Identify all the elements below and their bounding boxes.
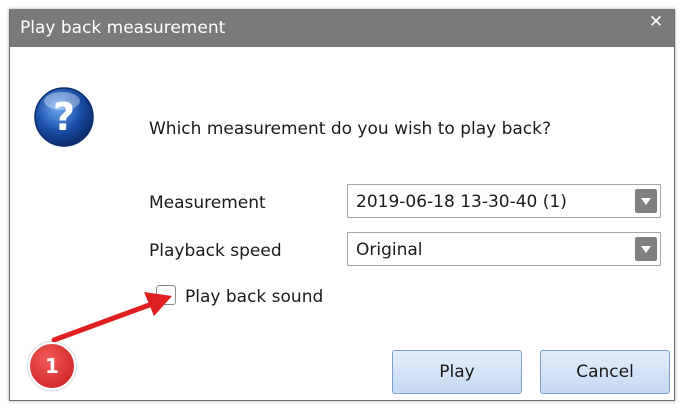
close-icon: ✕ [648, 12, 664, 32]
screenshot-frame: Play back measurement ✕ ? Which measurem… [0, 0, 684, 409]
measurement-label: Measurement [149, 193, 266, 213]
svg-text:?: ? [53, 95, 75, 139]
play-back-sound-label[interactable]: Play back sound [185, 286, 323, 308]
measurement-value: 2019-06-18 13-30-40 (1) [356, 192, 567, 212]
close-button[interactable]: ✕ [640, 9, 672, 35]
playback-speed-select[interactable]: Original [347, 232, 661, 266]
playback-speed-label: Playback speed [149, 241, 282, 261]
step-number-badge: 1 [28, 342, 76, 390]
measurement-select[interactable]: 2019-06-18 13-30-40 (1) [347, 184, 661, 218]
dialog-title: Play back measurement [20, 18, 226, 38]
chevron-down-icon[interactable] [635, 237, 657, 261]
playback-speed-value: Original [356, 240, 423, 260]
play-button[interactable]: Play [392, 350, 522, 394]
title-bar: Play back measurement ✕ [10, 9, 674, 47]
annotation-arrow-icon [51, 292, 172, 343]
chevron-down-icon[interactable] [635, 189, 657, 213]
question-icon: ? [34, 87, 94, 147]
cancel-button[interactable]: Cancel [540, 350, 670, 394]
prompt-question: Which measurement do you wish to play ba… [149, 119, 552, 139]
